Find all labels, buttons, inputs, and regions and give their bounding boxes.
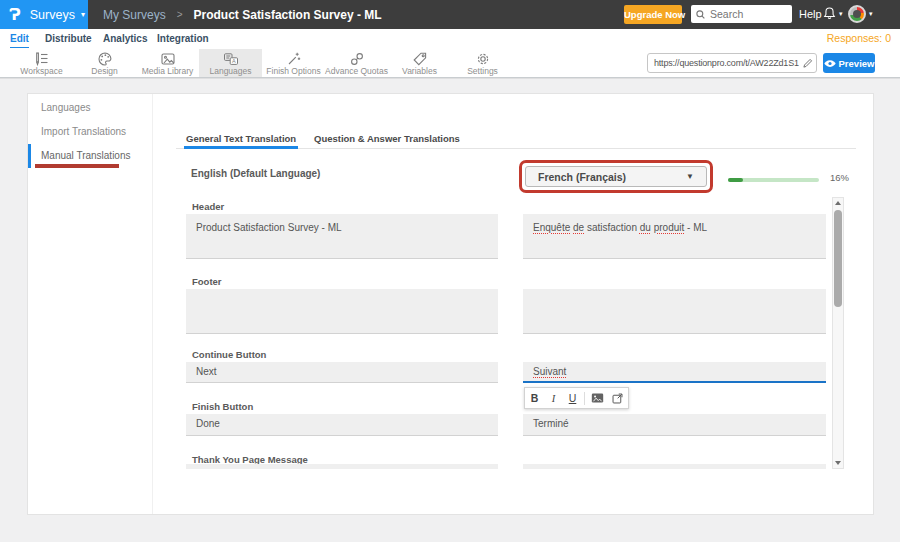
scrollbar-thumb[interactable] bbox=[834, 210, 842, 307]
nav-tab-edit[interactable]: Edit bbox=[10, 30, 29, 48]
sidebar-item-languages[interactable]: Languages bbox=[28, 96, 153, 120]
media-library-icon bbox=[136, 51, 199, 67]
vertical-scrollbar[interactable] bbox=[832, 197, 844, 469]
eye-icon bbox=[824, 59, 836, 68]
thankyou-english-field[interactable] bbox=[186, 464, 498, 469]
toolbar-item-design[interactable]: Design bbox=[73, 49, 136, 77]
toolbar-item-advance-quotas[interactable]: Advance Quotas bbox=[325, 49, 388, 77]
toolbar-item-media-library[interactable]: Media Library bbox=[136, 49, 199, 77]
translation-tabs: General Text Translation Question & Answ… bbox=[176, 130, 856, 149]
bell-dropdown-caret[interactable]: ▾ bbox=[839, 10, 843, 18]
notifications-bell-icon[interactable] bbox=[822, 6, 837, 21]
translation-progress-bar bbox=[728, 178, 819, 182]
field-label-header: Header bbox=[192, 201, 224, 212]
sidebar-item-import-translations[interactable]: Import Translations bbox=[28, 120, 153, 144]
finish-french-field[interactable]: Terminé bbox=[523, 414, 826, 436]
toolbar-divider bbox=[584, 392, 585, 405]
questionpro-logo: Ɂ bbox=[9, 6, 21, 24]
translation-rows: Header Product Satisfaction Survey - ML … bbox=[186, 197, 826, 469]
nav-tab-analytics[interactable]: Analytics bbox=[103, 30, 147, 48]
tab-general-text-translation[interactable]: General Text Translation bbox=[184, 130, 298, 149]
survey-title: Product Satisfaction Survey - ML bbox=[194, 8, 382, 22]
settings-gear-icon bbox=[451, 51, 514, 67]
search-icon bbox=[695, 9, 706, 20]
responses-count[interactable]: Responses: 0 bbox=[827, 30, 891, 47]
field-label-continue-button: Continue Button bbox=[192, 349, 266, 360]
workspace-icon bbox=[10, 51, 73, 67]
scroll-up-arrow[interactable] bbox=[833, 198, 843, 208]
nav-tab-distribute[interactable]: Distribute bbox=[45, 30, 92, 48]
languages-icon: A bbox=[199, 51, 262, 67]
avatar-dropdown-caret[interactable]: ▾ bbox=[869, 10, 873, 18]
underline-button[interactable]: U bbox=[563, 392, 582, 404]
svg-text:A: A bbox=[232, 58, 236, 64]
preview-button[interactable]: Preview bbox=[823, 53, 875, 73]
survey-url-field bbox=[647, 53, 817, 73]
scroll-down-arrow[interactable] bbox=[833, 458, 843, 468]
advance-quotas-icon bbox=[325, 51, 388, 67]
annotation-red-box: French (Français) ▼ bbox=[519, 160, 713, 193]
source-language-label: English (Default Language) bbox=[191, 168, 320, 179]
translation-progress-percent: 16% bbox=[830, 172, 849, 183]
breadcrumb: My Surveys > Product Satisfaction Survey… bbox=[103, 0, 382, 29]
main-nav: Edit Distribute Analytics Integration Re… bbox=[0, 29, 900, 49]
global-search[interactable] bbox=[691, 5, 792, 23]
finish-options-icon bbox=[262, 51, 325, 67]
upgrade-now-button[interactable]: Upgrade Now bbox=[624, 5, 682, 24]
design-icon bbox=[73, 51, 136, 67]
annotation-red-underline bbox=[35, 164, 119, 168]
breadcrumb-my-surveys[interactable]: My Surveys bbox=[103, 8, 166, 22]
toolbar-item-workspace[interactable]: Workspace bbox=[10, 49, 73, 77]
translations-panel: Languages Import Translations Manual Tra… bbox=[27, 93, 874, 515]
field-label-finish-button: Finish Button bbox=[192, 401, 253, 412]
search-input[interactable] bbox=[710, 8, 780, 20]
bold-button[interactable]: B bbox=[525, 392, 544, 404]
open-link-button[interactable] bbox=[607, 392, 627, 405]
top-bar: Ɂ Surveys ▾ My Surveys > Product Satisfa… bbox=[0, 0, 900, 29]
text-format-toolbar: B I U bbox=[524, 387, 629, 409]
toolbar-item-finish-options[interactable]: Finish Options bbox=[262, 49, 325, 77]
help-link[interactable]: Help bbox=[799, 0, 822, 29]
insert-image-button[interactable] bbox=[587, 392, 607, 404]
toolbar-item-settings[interactable]: Settings bbox=[451, 49, 514, 77]
variables-icon bbox=[388, 51, 451, 67]
italic-button[interactable]: I bbox=[544, 393, 563, 404]
footer-english-field[interactable] bbox=[186, 289, 498, 334]
header-english-field[interactable]: Product Satisfaction Survey - ML bbox=[186, 214, 498, 259]
toolbar-item-variables[interactable]: Variables bbox=[388, 49, 451, 77]
target-language-dropdown[interactable]: French (Français) ▼ bbox=[525, 166, 707, 187]
edit-url-pencil-icon[interactable] bbox=[799, 57, 816, 69]
continue-english-field[interactable]: Next bbox=[186, 362, 498, 383]
nav-tab-integration[interactable]: Integration bbox=[157, 30, 209, 48]
breadcrumb-separator: > bbox=[177, 9, 183, 20]
translations-sidebar: Languages Import Translations Manual Tra… bbox=[28, 94, 153, 514]
continue-french-field[interactable]: Suivant bbox=[523, 362, 826, 383]
header-french-field[interactable]: Enquête de satisfaction du produit - ML bbox=[523, 214, 826, 259]
content-area: Languages Import Translations Manual Tra… bbox=[0, 79, 900, 542]
thankyou-french-field[interactable] bbox=[523, 464, 826, 469]
tab-question-answer-translations[interactable]: Question & Answer Translations bbox=[312, 130, 462, 149]
field-label-footer: Footer bbox=[192, 276, 222, 287]
survey-url-input[interactable] bbox=[648, 58, 799, 68]
footer-french-field[interactable] bbox=[523, 289, 826, 334]
edit-toolbar: Workspace Design Media Library A Languag… bbox=[0, 49, 900, 78]
product-name: Surveys bbox=[30, 8, 75, 22]
toolbar-item-languages[interactable]: A Languages bbox=[199, 49, 262, 77]
finish-english-field[interactable]: Done bbox=[186, 414, 498, 436]
chevron-down-icon: ▾ bbox=[81, 10, 85, 19]
dropdown-caret-icon: ▼ bbox=[686, 172, 694, 181]
product-switcher[interactable]: Ɂ Surveys ▾ bbox=[0, 0, 88, 29]
avatar[interactable] bbox=[848, 5, 866, 23]
